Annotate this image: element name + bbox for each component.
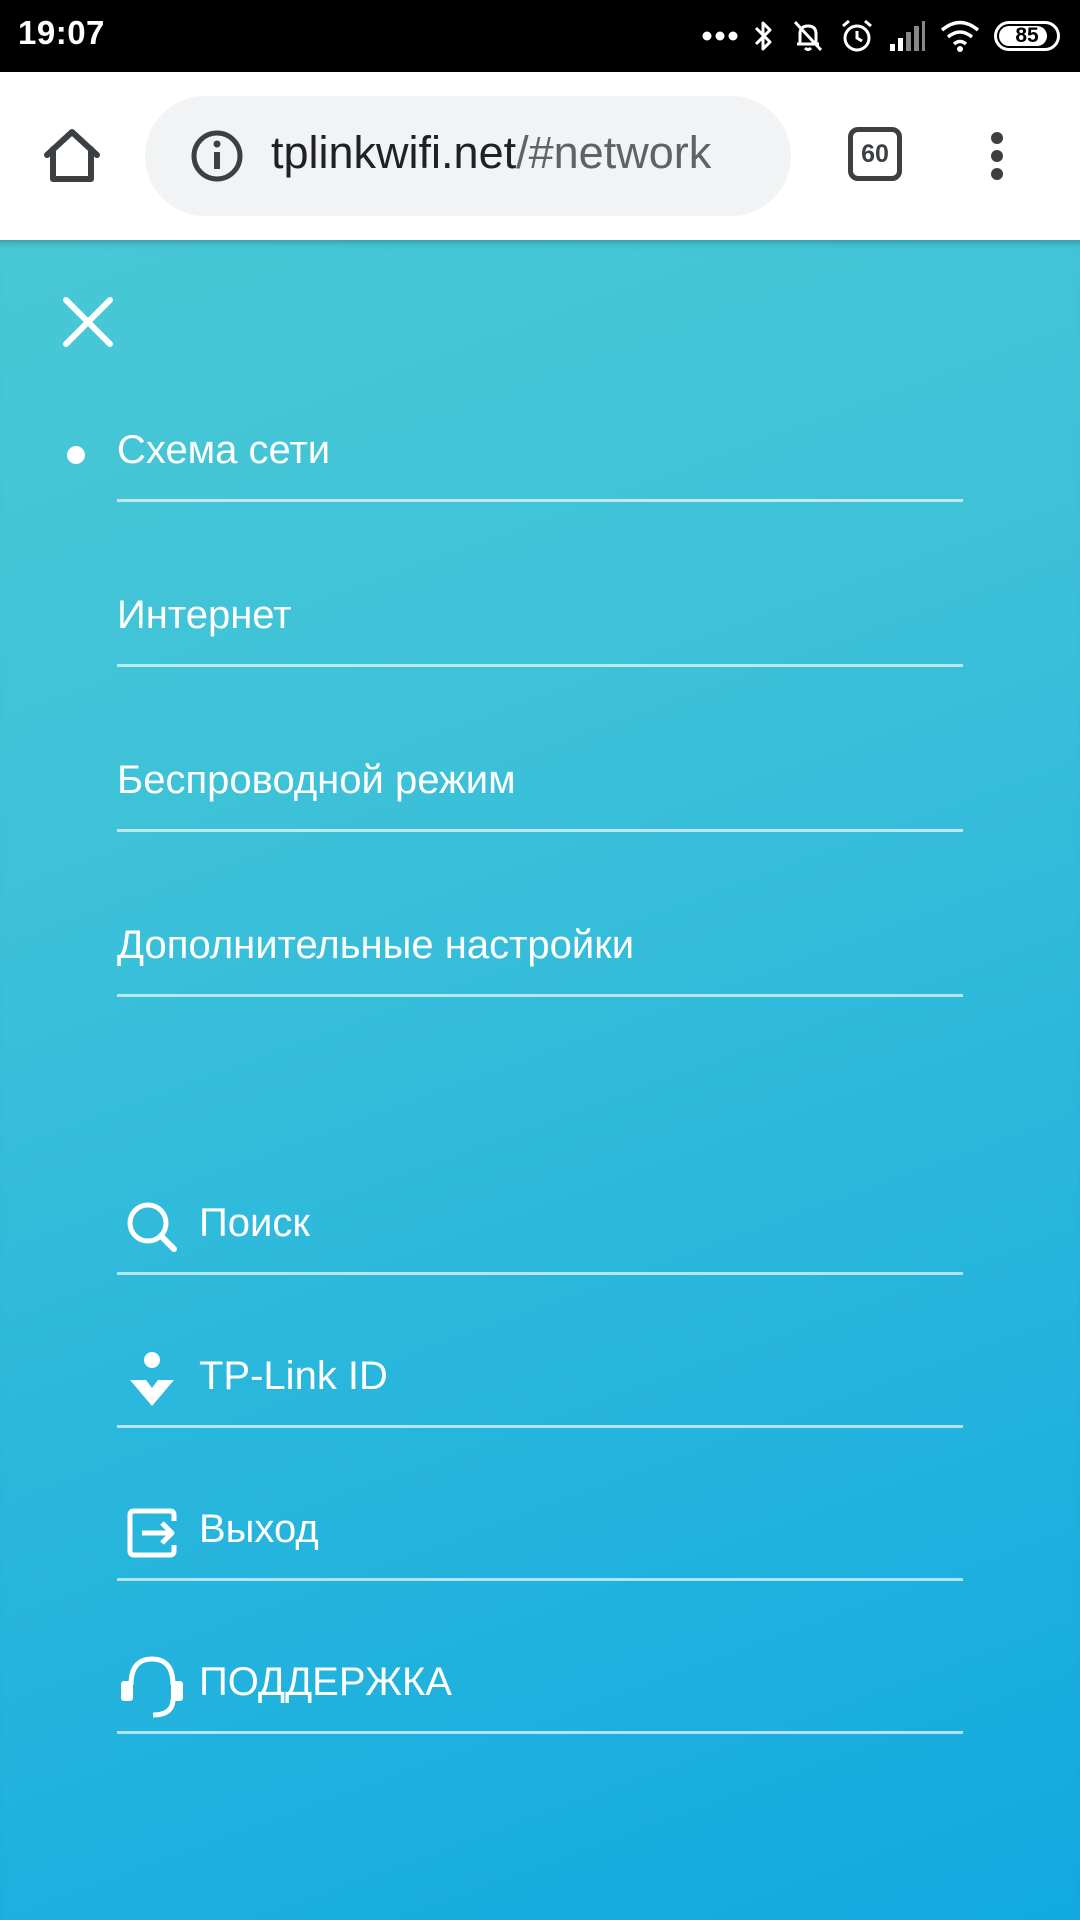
- nav-item-advanced[interactable]: Дополнительные настройки: [117, 907, 963, 997]
- alarm-icon: [842, 19, 872, 52]
- home-icon: [44, 129, 100, 182]
- tp-link-id-icon: [117, 1352, 187, 1408]
- url-bar[interactable]: tplinkwifi.net/#network: [145, 96, 791, 216]
- url-path: /#network: [516, 127, 712, 178]
- support-headset-icon: [117, 1656, 187, 1718]
- more-vert-icon: [991, 132, 1003, 180]
- nav-item-label: Схема сети: [117, 428, 331, 472]
- support-label: ПОДДЕРЖКА: [199, 1660, 452, 1704]
- logout-label: Выход: [199, 1507, 319, 1551]
- home-button[interactable]: [38, 122, 106, 190]
- tab-switcher-button[interactable]: 60: [848, 127, 902, 181]
- browser-toolbar: tplinkwifi.net/#network 60: [0, 72, 1080, 240]
- search-label: Поиск: [199, 1201, 310, 1245]
- url-text[interactable]: tplinkwifi.net/#network: [271, 127, 711, 179]
- status-time: 19:07: [18, 14, 105, 51]
- tab-count: 60: [861, 139, 889, 168]
- battery-level: 85: [1015, 24, 1039, 47]
- menu-panel: Схема сети Интернет Беспроводной режим Д…: [0, 240, 1080, 1920]
- nav-item-internet[interactable]: Интернет: [117, 577, 963, 667]
- nav-item-wireless[interactable]: Беспроводной режим: [117, 742, 963, 832]
- nav-item-label: Интернет: [117, 593, 292, 637]
- nav-item-network-map[interactable]: Схема сети: [67, 412, 963, 502]
- bluetooth-icon: [754, 21, 772, 51]
- signal-icon: [890, 21, 925, 51]
- status-bar: 19:07 85: [0, 0, 1080, 72]
- nav-item-label: Дополнительные настройки: [117, 923, 635, 967]
- status-icons: 85: [702, 14, 1060, 58]
- silent-mode-icon: [793, 20, 823, 52]
- battery-icon: 85: [994, 21, 1060, 51]
- info-icon[interactable]: [189, 128, 245, 184]
- active-indicator: [67, 446, 85, 464]
- logout-button[interactable]: Выход: [117, 1481, 963, 1581]
- url-host: tplinkwifi.net: [271, 127, 517, 178]
- nav-item-label: Беспроводной режим: [117, 758, 516, 802]
- tp-link-id-label: TP-Link ID: [199, 1354, 388, 1398]
- tp-link-id-button[interactable]: TP-Link ID: [117, 1328, 963, 1428]
- logout-icon: [117, 1505, 187, 1561]
- browser-menu-button[interactable]: [972, 128, 1022, 184]
- search-button[interactable]: Поиск: [117, 1175, 963, 1275]
- wifi-icon: [940, 20, 980, 52]
- support-button[interactable]: ПОДДЕРЖКА: [117, 1634, 963, 1734]
- more-notifications-icon: [702, 31, 738, 41]
- search-icon: [117, 1199, 187, 1255]
- close-icon[interactable]: [60, 294, 116, 350]
